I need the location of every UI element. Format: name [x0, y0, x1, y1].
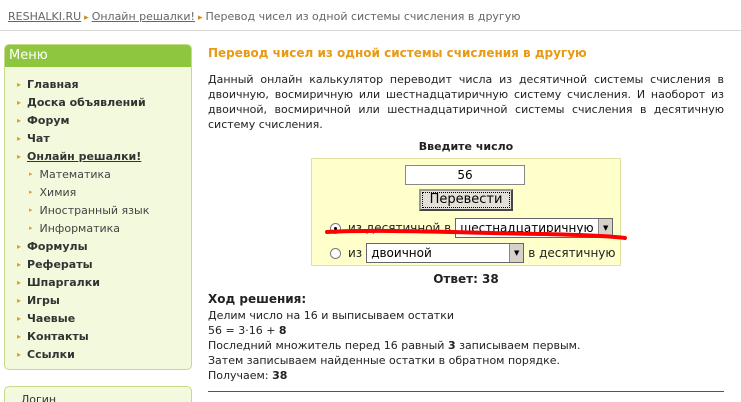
login-box: Логин	[4, 386, 192, 402]
breadcrumb-section-link[interactable]: Онлайн решалки!	[92, 10, 195, 23]
solution-line-4: Затем записываем найденные остатки в обр…	[208, 354, 560, 367]
sidebar-title: Меню	[5, 45, 191, 67]
convert-button[interactable]: Перевести	[419, 189, 513, 211]
option2-prefix: из	[348, 246, 363, 260]
bullet-icon: ▸	[17, 241, 22, 251]
option-to-decimal: из двоичной ▼ в десятичную	[330, 242, 616, 264]
bullet-icon: ▸	[17, 349, 22, 359]
bullet-icon: ▸	[17, 331, 22, 341]
page-description: Данный онлайн калькулятор переводит числ…	[208, 73, 724, 131]
bullet-icon: ▸	[17, 295, 22, 305]
sidebar-list: ▸ Главная ▸ Доска объявлений ▸ Форум ▸ Чат ▸…	[5, 67, 191, 363]
sidebar-item-formulas[interactable]: ▸ Формулы	[5, 237, 191, 255]
sidebar-subitem-informatics[interactable]: ▸ Информатика	[5, 219, 191, 237]
bullet-icon: ▸	[29, 170, 33, 178]
number-input[interactable]	[405, 165, 525, 185]
solution-line-1: Делим число на 16 и выписываем остатки	[208, 309, 455, 322]
source-base-value: двоичной	[371, 246, 432, 260]
sidebar-subitem-math[interactable]: ▸ Математика	[5, 165, 191, 183]
main-content: Перевод чисел из одной системы счисления…	[208, 46, 724, 132]
bullet-icon: ▸	[29, 206, 33, 214]
solution-line-3: Последний множитель перед 16 равный 3 за…	[208, 339, 581, 352]
bullet-icon: ▸	[17, 79, 22, 89]
sidebar-item-chat[interactable]: ▸ Чат	[5, 129, 191, 147]
red-underline-annotation	[325, 228, 627, 240]
solution-title: Ход решения:	[208, 292, 307, 306]
sidebar-item-forum[interactable]: ▸ Форум	[5, 111, 191, 129]
red-underline-stroke	[325, 228, 627, 240]
sidebar-menu: Меню ▸ Главная ▸ Доска объявлений ▸ Форум ▸…	[4, 44, 192, 370]
solution-line-2: 56 = 3·16 + 8	[208, 324, 287, 337]
breadcrumb-site-link[interactable]: RESHALKI.RU	[8, 10, 81, 23]
sidebar-item-cheatsheets[interactable]: ▸ Шпаргалки	[5, 273, 191, 291]
radio-to-decimal[interactable]	[330, 247, 341, 259]
breadcrumb: RESHALKI.RU ▸ Онлайн решалки! ▸ Перевод чисе…	[8, 10, 520, 23]
bullet-icon: ▸	[17, 97, 22, 107]
bullet-icon: ▸	[17, 313, 22, 323]
bullet-icon: ▸	[17, 151, 22, 161]
sidebar-item-online-solvers[interactable]: ▸ Онлайн решалки!	[5, 147, 191, 165]
sidebar-item-tips[interactable]: ▸ Чаевые	[5, 309, 191, 327]
bullet-icon: ▸	[29, 224, 33, 232]
sidebar-subitem-language[interactable]: ▸ Иностранный язык	[5, 201, 191, 219]
sidebar-item-contacts[interactable]: ▸ Контакты	[5, 327, 191, 345]
bullet-icon: ▸	[17, 259, 22, 269]
header-divider	[0, 30, 741, 31]
bullet-icon: ▸	[17, 277, 22, 287]
form-title: Введите число	[418, 140, 514, 153]
breadcrumb-arrow-icon: ▸	[84, 13, 89, 23]
sidebar-item-links[interactable]: ▸ Ссылки	[5, 345, 191, 363]
login-title: Логин	[21, 393, 57, 402]
dropdown-arrow-icon[interactable]: ▼	[509, 244, 524, 262]
source-base-select[interactable]: двоичной ▼	[366, 243, 525, 263]
breadcrumb-arrow-icon: ▸	[197, 13, 203, 23]
page-title: Перевод чисел из одной системы счисления…	[208, 46, 587, 60]
bullet-icon: ▸	[17, 133, 22, 143]
converter-form: Перевести из десятичной в шестнадцатирич…	[311, 158, 621, 266]
sidebar-item-board[interactable]: ▸ Доска объявлений	[5, 93, 191, 111]
bullet-icon: ▸	[29, 188, 33, 196]
breadcrumb-current: Перевод чисел из одной системы счисления…	[205, 10, 521, 23]
sidebar-item-home[interactable]: ▸ Главная	[5, 75, 191, 93]
bullet-icon: ▸	[17, 115, 22, 125]
option2-suffix: в десятичную	[528, 246, 616, 260]
sidebar-item-games[interactable]: ▸ Игры	[5, 291, 191, 309]
solution-line-5: Получаем: 38	[208, 369, 288, 382]
sidebar-subitem-chemistry[interactable]: ▸ Химия	[5, 183, 191, 201]
answer-text: Ответ: 38	[433, 272, 499, 286]
solution-section: Ход решения: Делим число на 16 и выписыв…	[208, 292, 724, 383]
content-divider	[208, 391, 724, 392]
sidebar-item-essays[interactable]: ▸ Рефераты	[5, 255, 191, 273]
